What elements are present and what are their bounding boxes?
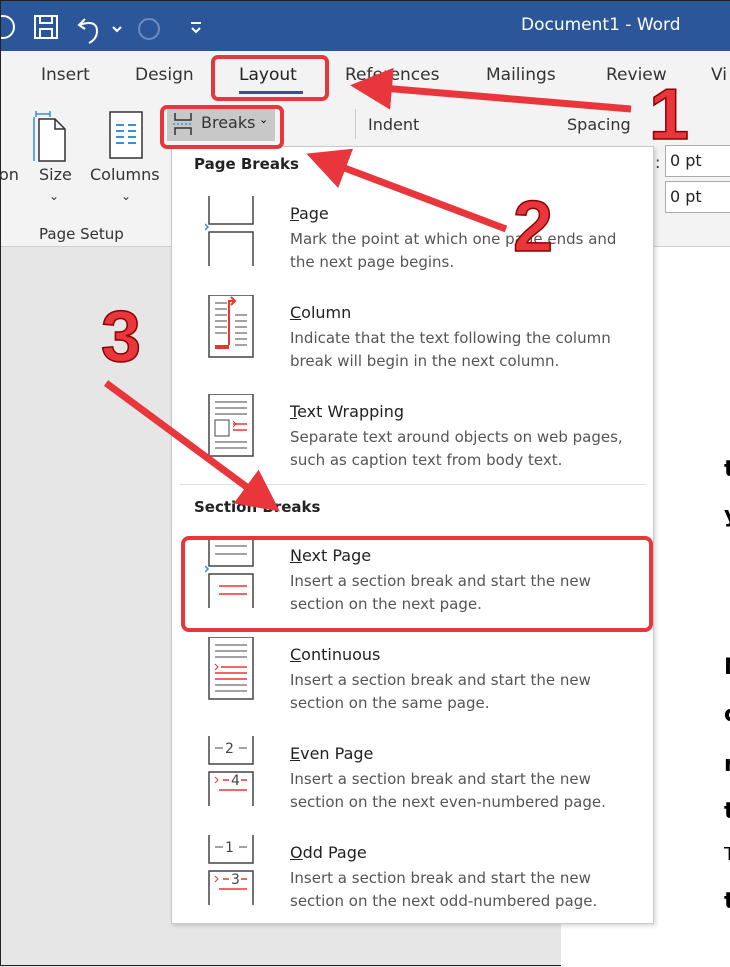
indent-label: Indent xyxy=(368,115,420,134)
menu-item-even-page[interactable]: 24 Even Page Insert a section break and s… xyxy=(172,736,653,843)
spacing-before-input[interactable]: 0 pt xyxy=(665,145,730,177)
doc-text: t xyxy=(724,889,730,914)
menu-item-title: Page xyxy=(290,204,329,223)
menu-item-description: Insert a section break and start the new… xyxy=(290,572,591,613)
svg-text:2: 2 xyxy=(225,741,234,757)
columns-icon xyxy=(109,111,143,159)
tab-review[interactable]: Review xyxy=(606,65,667,85)
size-button[interactable]: Size xyxy=(39,165,72,184)
doc-text: r xyxy=(724,752,730,777)
even-page-section-icon: 24 xyxy=(208,736,254,806)
tab-view[interactable]: Vi xyxy=(711,65,727,85)
menu-item-description: Insert a section break and start the new… xyxy=(290,770,606,811)
menu-item-title: Even Page xyxy=(290,744,374,763)
spacing-after-input[interactable]: 0 pt xyxy=(665,181,730,213)
group-label-page-setup: Page Setup xyxy=(39,225,124,243)
step-3-label: 3 xyxy=(101,297,141,377)
menu-item-continuous[interactable]: Continuous Insert a section break and sta… xyxy=(172,637,653,744)
menu-item-title: Odd Page xyxy=(290,843,367,862)
chevron-down-icon: ⌄ xyxy=(259,113,269,126)
size-icon xyxy=(33,111,66,162)
menu-item-odd-page[interactable]: 13 Odd Page Insert a section break and st… xyxy=(172,835,653,942)
menu-item-description: Mark the point at which one page ends an… xyxy=(290,230,617,271)
tab-mailings[interactable]: Mailings xyxy=(486,65,556,85)
doc-text: T xyxy=(724,844,730,865)
tab-insert[interactable]: Insert xyxy=(41,65,90,85)
doc-text: N xyxy=(724,655,730,680)
columns-button[interactable]: Columns xyxy=(90,165,160,184)
menu-item-title: Continuous xyxy=(290,645,381,664)
tab-references[interactable]: References xyxy=(345,65,439,85)
svg-text:1: 1 xyxy=(225,840,234,856)
section-breaks-header: Section Breaks xyxy=(194,498,321,516)
page-breaks-header: Page Breaks xyxy=(194,155,299,173)
doc-text: c xyxy=(724,702,730,727)
menu-item-page[interactable]: Page Mark the point at which one page end… xyxy=(172,196,653,303)
odd-page-section-icon: 13 xyxy=(208,835,254,905)
menu-separator xyxy=(180,484,646,485)
window-title: Document1 - Word xyxy=(521,15,681,35)
columns-chevron-icon[interactable]: ⌄ xyxy=(121,189,131,203)
breaks-icon xyxy=(173,113,193,135)
menu-item-title: Next Page xyxy=(290,546,372,565)
tab-layout[interactable]: Layout xyxy=(239,65,297,85)
breaks-dropdown-menu: Page Breaks Page Mark the point at which … xyxy=(171,146,654,924)
menu-item-description: Indicate that the text following the col… xyxy=(290,329,611,370)
tab-design[interactable]: Design xyxy=(135,65,194,85)
orientation-button[interactable]: on xyxy=(0,165,19,184)
doc-text: t xyxy=(724,799,730,824)
doc-text: t xyxy=(724,457,730,482)
spacing-label: Spacing xyxy=(567,115,631,134)
page-break-icon xyxy=(205,196,254,266)
menu-item-column[interactable]: Column Indicate that the text following t… xyxy=(172,295,653,402)
text-wrapping-icon xyxy=(208,394,254,457)
menu-item-description: Insert a section break and start the new… xyxy=(290,869,598,910)
divider xyxy=(355,109,356,139)
svg-text:3: 3 xyxy=(231,872,240,888)
size-chevron-icon[interactable]: ⌄ xyxy=(49,189,59,203)
menu-item-title: Column xyxy=(290,303,352,322)
column-break-icon xyxy=(208,295,254,358)
menu-item-description: Separate text around objects on web page… xyxy=(290,428,623,469)
menu-item-description: Insert a section break and start the new… xyxy=(290,671,591,712)
quick-access-toolbar[interactable] xyxy=(1,9,231,45)
doc-text: y xyxy=(724,503,730,528)
menu-item-text-wrapping[interactable]: Text Wrapping Separate text around object… xyxy=(172,394,653,501)
menu-item-next-page[interactable]: Next Page Insert a section break and star… xyxy=(172,538,653,645)
spacing-before-label: : xyxy=(655,153,661,172)
ribbon-tabs: Insert Design Layout References Mailings… xyxy=(1,51,730,101)
next-page-section-icon xyxy=(205,538,254,608)
title-bar: Document1 - Word xyxy=(1,1,730,51)
breaks-button[interactable]: Breaks ⌄ xyxy=(167,107,275,141)
svg-text:4: 4 xyxy=(231,773,240,789)
active-tab-indicator xyxy=(239,91,303,94)
menu-item-title: Text Wrapping xyxy=(290,402,404,421)
continuous-section-icon xyxy=(208,637,254,700)
